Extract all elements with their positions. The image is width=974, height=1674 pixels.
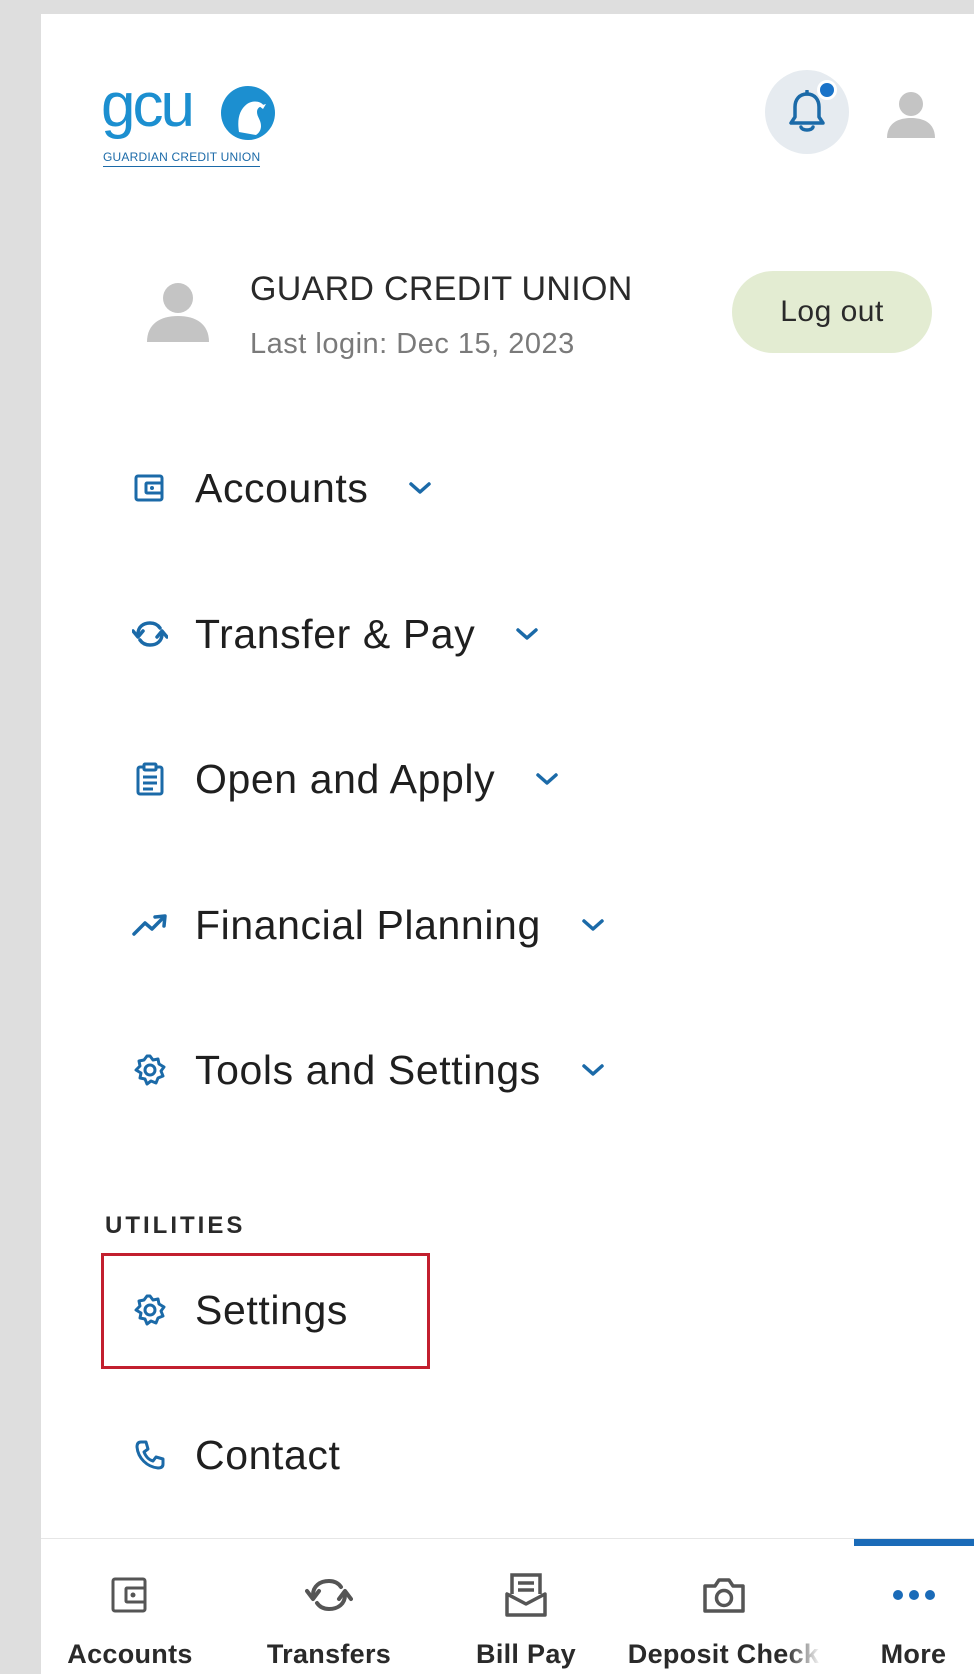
menu-item-label: Open and Apply bbox=[195, 755, 496, 802]
wallet-icon bbox=[106, 1571, 154, 1619]
chevron-down-icon bbox=[581, 913, 605, 937]
menu-item-open-apply[interactable]: Open and Apply bbox=[131, 739, 559, 819]
gear-icon bbox=[131, 1051, 169, 1089]
active-tab-indicator bbox=[854, 1539, 974, 1546]
user-icon[interactable] bbox=[883, 86, 939, 142]
wallet-icon bbox=[131, 469, 169, 507]
trending-up-icon bbox=[131, 906, 169, 944]
menu-item-transfer-pay[interactable]: Transfer & Pay bbox=[131, 594, 539, 674]
profile-avatar-icon bbox=[147, 283, 209, 342]
bottom-nav-label: Transfers bbox=[266, 1639, 392, 1669]
menu-item-tools-settings[interactable]: Tools and Settings bbox=[131, 1030, 605, 1110]
last-login-text: Last login: Dec 15, 2023 bbox=[250, 328, 575, 360]
more-dots-icon bbox=[890, 1571, 938, 1619]
bottom-nav-transfers[interactable]: Transfers bbox=[259, 1571, 399, 1674]
gcu-logo[interactable]: gcu GUARDIAN CREDIT UNION bbox=[101, 72, 281, 172]
chevron-down-icon bbox=[535, 767, 559, 791]
chevron-down-icon bbox=[581, 1058, 605, 1082]
menu-item-accounts[interactable]: Accounts bbox=[131, 448, 432, 528]
chevron-down-icon bbox=[408, 476, 432, 500]
camera-icon bbox=[700, 1571, 748, 1619]
bill-icon bbox=[502, 1571, 550, 1619]
transfer-icon bbox=[305, 1571, 353, 1619]
bottom-nav-more[interactable]: More bbox=[856, 1571, 971, 1674]
bottom-navigation: Accounts Transfers Bill Pay Deposit Chec… bbox=[41, 1538, 974, 1674]
bottom-nav-bill-pay[interactable]: Bill Pay bbox=[461, 1571, 591, 1674]
menu-item-settings[interactable]: Settings bbox=[131, 1270, 348, 1350]
menu-item-contact[interactable]: Contact bbox=[131, 1415, 341, 1495]
bottom-nav-deposit-check[interactable]: Deposit Check bbox=[626, 1571, 821, 1674]
menu-item-label: Settings bbox=[195, 1286, 348, 1333]
bottom-nav-label: Accounts bbox=[67, 1639, 193, 1669]
logout-button[interactable]: Log out bbox=[732, 271, 932, 353]
phone-icon bbox=[131, 1436, 169, 1474]
menu-item-label: Contact bbox=[195, 1431, 341, 1478]
chevron-down-icon bbox=[515, 622, 539, 646]
side-menu-panel: gcu GUARDIAN CREDIT UNION GUARD CREDIT U… bbox=[41, 14, 974, 1674]
menu-item-financial-planning[interactable]: Financial Planning bbox=[131, 885, 605, 965]
bottom-nav-label: More bbox=[880, 1639, 947, 1669]
menu-item-label: Transfer & Pay bbox=[195, 610, 476, 657]
bottom-nav-label: Bill Pay bbox=[476, 1639, 576, 1669]
logo-subtitle: GUARDIAN CREDIT UNION bbox=[103, 150, 261, 167]
profile-name: GUARD CREDIT UNION bbox=[250, 270, 633, 308]
bottom-nav-accounts[interactable]: Accounts bbox=[65, 1571, 195, 1674]
menu-item-label: Financial Planning bbox=[195, 901, 541, 948]
transfer-icon bbox=[131, 615, 169, 653]
gear-icon bbox=[131, 1291, 169, 1329]
menu-item-label: Accounts bbox=[195, 464, 369, 511]
notifications-button[interactable] bbox=[765, 70, 849, 154]
logo-wordmark: gcu bbox=[101, 71, 195, 140]
notification-badge bbox=[817, 80, 837, 100]
utilities-section-title: UTILITIES bbox=[105, 1212, 246, 1239]
eagle-logo-icon bbox=[221, 86, 275, 140]
bottom-nav-label: Deposit Check bbox=[627, 1639, 820, 1669]
menu-item-label: Tools and Settings bbox=[195, 1046, 541, 1093]
clipboard-icon bbox=[131, 760, 169, 798]
